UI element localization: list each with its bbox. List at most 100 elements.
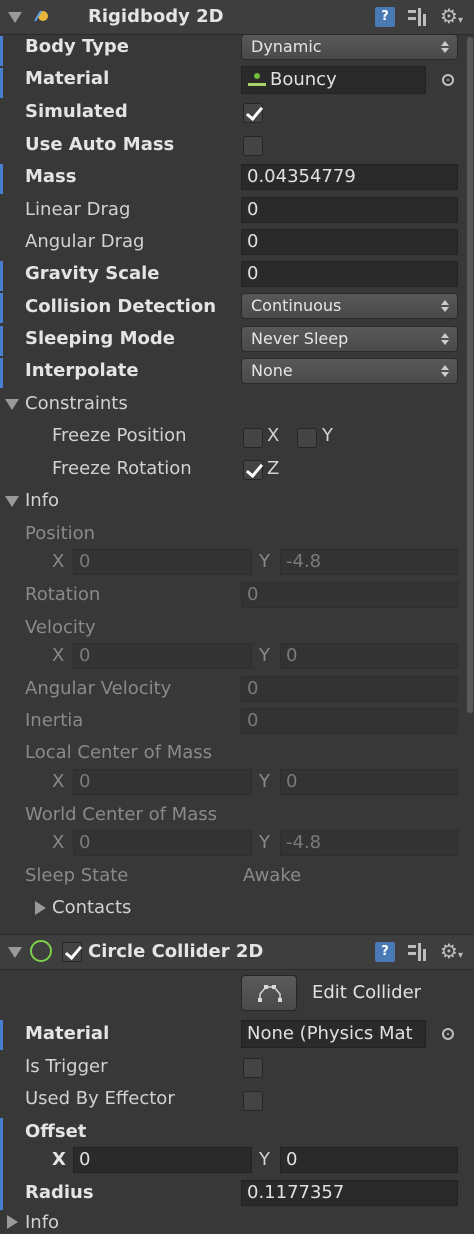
linear-drag-field[interactable]: 0 <box>241 197 458 223</box>
edit-collider-label: Edit Collider <box>312 982 422 1003</box>
local-com-y-label: Y <box>259 771 270 792</box>
is-trigger-checkbox[interactable] <box>243 1058 263 1078</box>
modified-marker <box>0 1020 3 1050</box>
used-by-effector-label: Used By Effector <box>25 1088 175 1109</box>
circle-collider-title: Circle Collider 2D <box>88 941 264 962</box>
offset-x-field[interactable]: 0 <box>73 1147 252 1173</box>
freeze-position-y-label: Y <box>322 425 333 446</box>
modified-marker <box>0 1180 3 1210</box>
position-label: Position <box>25 523 96 544</box>
preset-icon[interactable] <box>408 943 426 961</box>
material-field[interactable]: Bouncy <box>241 66 426 94</box>
collider-material-label: Material <box>25 1023 110 1044</box>
rotation-label: Rotation <box>25 584 101 605</box>
sleeping-mode-dropdown[interactable]: Never Sleep <box>241 326 458 352</box>
body-type-label: Body Type <box>25 36 129 57</box>
material-value: Bouncy <box>270 69 337 90</box>
sleep-state-label: Sleep State <box>25 865 129 886</box>
world-com-y-field: -4.8 <box>280 830 458 856</box>
radius-field[interactable]: 0.1177357 <box>241 1180 458 1206</box>
modified-marker <box>0 68 3 98</box>
offset-label: Offset <box>25 1121 87 1142</box>
circle-collider-header[interactable]: Circle Collider 2D ? ⚙▾ <box>0 934 474 970</box>
edit-collider-icon <box>258 985 282 1002</box>
radius-label: Radius <box>25 1182 94 1203</box>
body-type-value: Dynamic <box>251 37 322 56</box>
local-com-x-label: X <box>52 771 65 792</box>
collision-detection-label: Collision Detection <box>25 296 217 317</box>
velocity-y-label: Y <box>259 645 270 666</box>
position-x-field: 0 <box>73 549 252 575</box>
constraints-foldout-icon[interactable] <box>5 399 19 410</box>
freeze-position-y-checkbox[interactable] <box>297 428 317 448</box>
gear-icon[interactable]: ⚙▾ <box>440 941 463 966</box>
freeze-position-x-checkbox[interactable] <box>243 428 263 448</box>
local-com-y-field: 0 <box>280 769 458 795</box>
constraints-label[interactable]: Constraints <box>25 393 128 415</box>
next-foldout-label[interactable]: Info <box>25 1212 59 1234</box>
velocity-x-field: 0 <box>73 643 252 669</box>
used-by-effector-checkbox[interactable] <box>243 1091 263 1111</box>
position-y-label: Y <box>259 551 270 572</box>
freeze-rotation-z-label: Z <box>267 458 280 479</box>
gravity-scale-label: Gravity Scale <box>25 263 160 284</box>
contacts-label[interactable]: Contacts <box>52 897 131 919</box>
use-auto-mass-label: Use Auto Mass <box>25 134 175 155</box>
preset-icon[interactable] <box>408 8 426 26</box>
scrollbar[interactable] <box>466 35 474 715</box>
inertia-field: 0 <box>241 708 458 734</box>
gravity-scale-field[interactable]: 0 <box>241 261 458 287</box>
rigidbody-header[interactable]: Rigidbody 2D ? ⚙▾ <box>0 0 474 35</box>
collision-detection-dropdown[interactable]: Continuous <box>241 293 458 319</box>
circle-collider-enabled-checkbox[interactable] <box>62 942 82 962</box>
info-label[interactable]: Info <box>25 490 59 512</box>
freeze-position-label: Freeze Position <box>52 425 187 446</box>
collider-material-field[interactable]: None (Physics Mat <box>241 1020 426 1048</box>
angular-velocity-label: Angular Velocity <box>25 678 172 699</box>
object-picker-icon[interactable] <box>442 74 454 86</box>
modified-marker <box>0 326 3 356</box>
local-center-of-mass-label: Local Center of Mass <box>25 742 213 763</box>
interpolate-value: None <box>251 361 293 380</box>
use-auto-mass-checkbox[interactable] <box>243 136 263 156</box>
collapse-arrow-icon[interactable] <box>8 947 22 958</box>
next-foldout-icon[interactable] <box>7 1215 18 1229</box>
object-picker-icon[interactable] <box>442 1028 454 1040</box>
physics-material-icon <box>248 73 266 86</box>
angular-drag-field[interactable]: 0 <box>241 229 458 255</box>
material-label: Material <box>25 68 110 89</box>
offset-x-label: X <box>52 1149 66 1170</box>
modified-marker <box>0 293 3 323</box>
sleeping-mode-label: Sleeping Mode <box>25 328 175 349</box>
modified-marker <box>0 164 3 194</box>
help-icon[interactable]: ? <box>375 7 395 27</box>
collapse-arrow-icon[interactable] <box>8 12 22 23</box>
contacts-foldout-icon[interactable] <box>35 901 46 915</box>
simulated-label: Simulated <box>25 101 128 122</box>
circle-collider-component-icon <box>30 940 52 962</box>
position-x-label: X <box>52 551 65 572</box>
sleeping-mode-value: Never Sleep <box>251 329 349 348</box>
mass-field[interactable]: 0.04354779 <box>241 164 458 190</box>
offset-y-field[interactable]: 0 <box>280 1147 458 1173</box>
local-com-x-field: 0 <box>73 769 252 795</box>
interpolate-label: Interpolate <box>25 360 139 381</box>
gear-icon[interactable]: ⚙▾ <box>440 6 463 31</box>
edit-collider-button[interactable] <box>241 975 297 1011</box>
world-com-y-label: Y <box>259 832 270 853</box>
freeze-rotation-z-checkbox[interactable] <box>243 460 263 480</box>
dropdown-arrows-icon <box>441 332 449 346</box>
help-icon[interactable]: ? <box>375 942 395 962</box>
scrollbar-thumb[interactable] <box>467 37 473 713</box>
world-com-x-label: X <box>52 832 65 853</box>
modified-marker <box>0 36 3 66</box>
interpolate-dropdown[interactable]: None <box>241 358 458 384</box>
info-foldout-icon[interactable] <box>5 496 19 507</box>
simulated-checkbox[interactable] <box>243 103 263 123</box>
world-com-x-field: 0 <box>73 830 252 856</box>
offset-y-label: Y <box>259 1149 270 1170</box>
body-type-dropdown[interactable]: Dynamic <box>241 34 458 60</box>
modified-marker <box>0 1118 3 1180</box>
sleep-state-value: Awake <box>243 865 302 886</box>
rotation-field: 0 <box>241 582 458 608</box>
